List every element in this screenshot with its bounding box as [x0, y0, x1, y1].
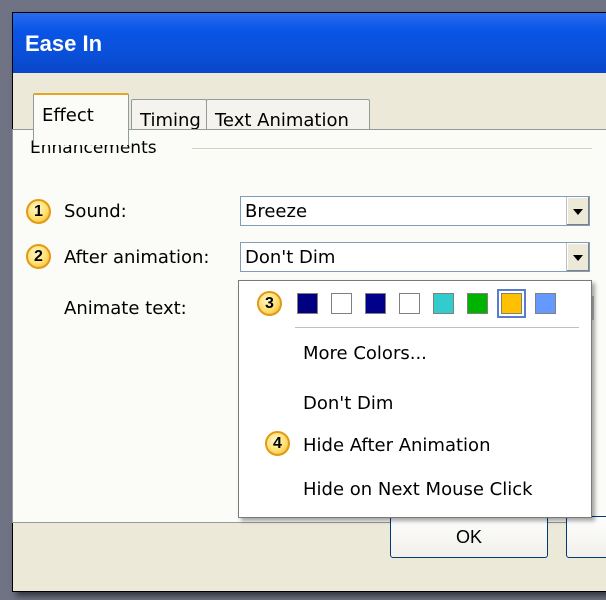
tab-effect[interactable]: Effect	[33, 93, 129, 145]
cancel-button-partial[interactable]	[566, 516, 606, 558]
callout-badge-2: 2	[26, 244, 51, 269]
after-animation-dropdown-arrow-icon[interactable]	[566, 243, 589, 271]
callout-badge-4: 4	[265, 431, 290, 456]
after-animation-dropdown-list: 3 More Colors... Don't Dim 4 Hide After …	[238, 280, 592, 518]
after-animation-label: After animation:	[64, 247, 210, 268]
tab-timing-label: Timing	[140, 110, 201, 131]
dont-dim-option[interactable]: Don't Dim	[303, 393, 393, 414]
more-colors-option[interactable]: More Colors...	[303, 343, 427, 364]
after-animation-select-value: Don't Dim	[245, 247, 336, 268]
sound-select[interactable]: Breeze	[240, 196, 590, 226]
sound-label: Sound:	[64, 201, 127, 222]
color-swatch-6[interactable]	[467, 293, 488, 314]
menu-separator	[295, 327, 579, 328]
color-swatch-1[interactable]	[297, 293, 318, 314]
color-swatch-2[interactable]	[331, 293, 352, 314]
color-swatch-5[interactable]	[433, 293, 454, 314]
ok-button-label: OK	[455, 527, 482, 547]
sound-dropdown-arrow-icon[interactable]	[566, 197, 589, 225]
color-swatch-8[interactable]	[535, 293, 556, 314]
hide-on-next-mouse-click-option[interactable]: Hide on Next Mouse Click	[303, 479, 533, 500]
color-swatch-3[interactable]	[365, 293, 386, 314]
ok-button[interactable]: OK	[390, 516, 548, 558]
tab-effect-label: Effect	[42, 105, 94, 126]
color-swatch-4[interactable]	[399, 293, 420, 314]
animate-text-label: Animate text:	[64, 298, 187, 319]
dialog-title: Ease In	[25, 31, 103, 56]
callout-badge-1: 1	[26, 199, 51, 224]
color-swatch-7[interactable]	[497, 289, 526, 318]
after-animation-select[interactable]: Don't Dim	[240, 242, 590, 272]
title-bar[interactable]: Ease In	[13, 13, 606, 73]
hide-after-animation-option[interactable]: Hide After Animation	[303, 435, 490, 456]
tab-text-animation-label: Text Animation	[215, 110, 349, 131]
callout-badge-3: 3	[257, 291, 282, 316]
sound-select-value: Breeze	[245, 201, 308, 222]
section-divider	[192, 148, 592, 150]
